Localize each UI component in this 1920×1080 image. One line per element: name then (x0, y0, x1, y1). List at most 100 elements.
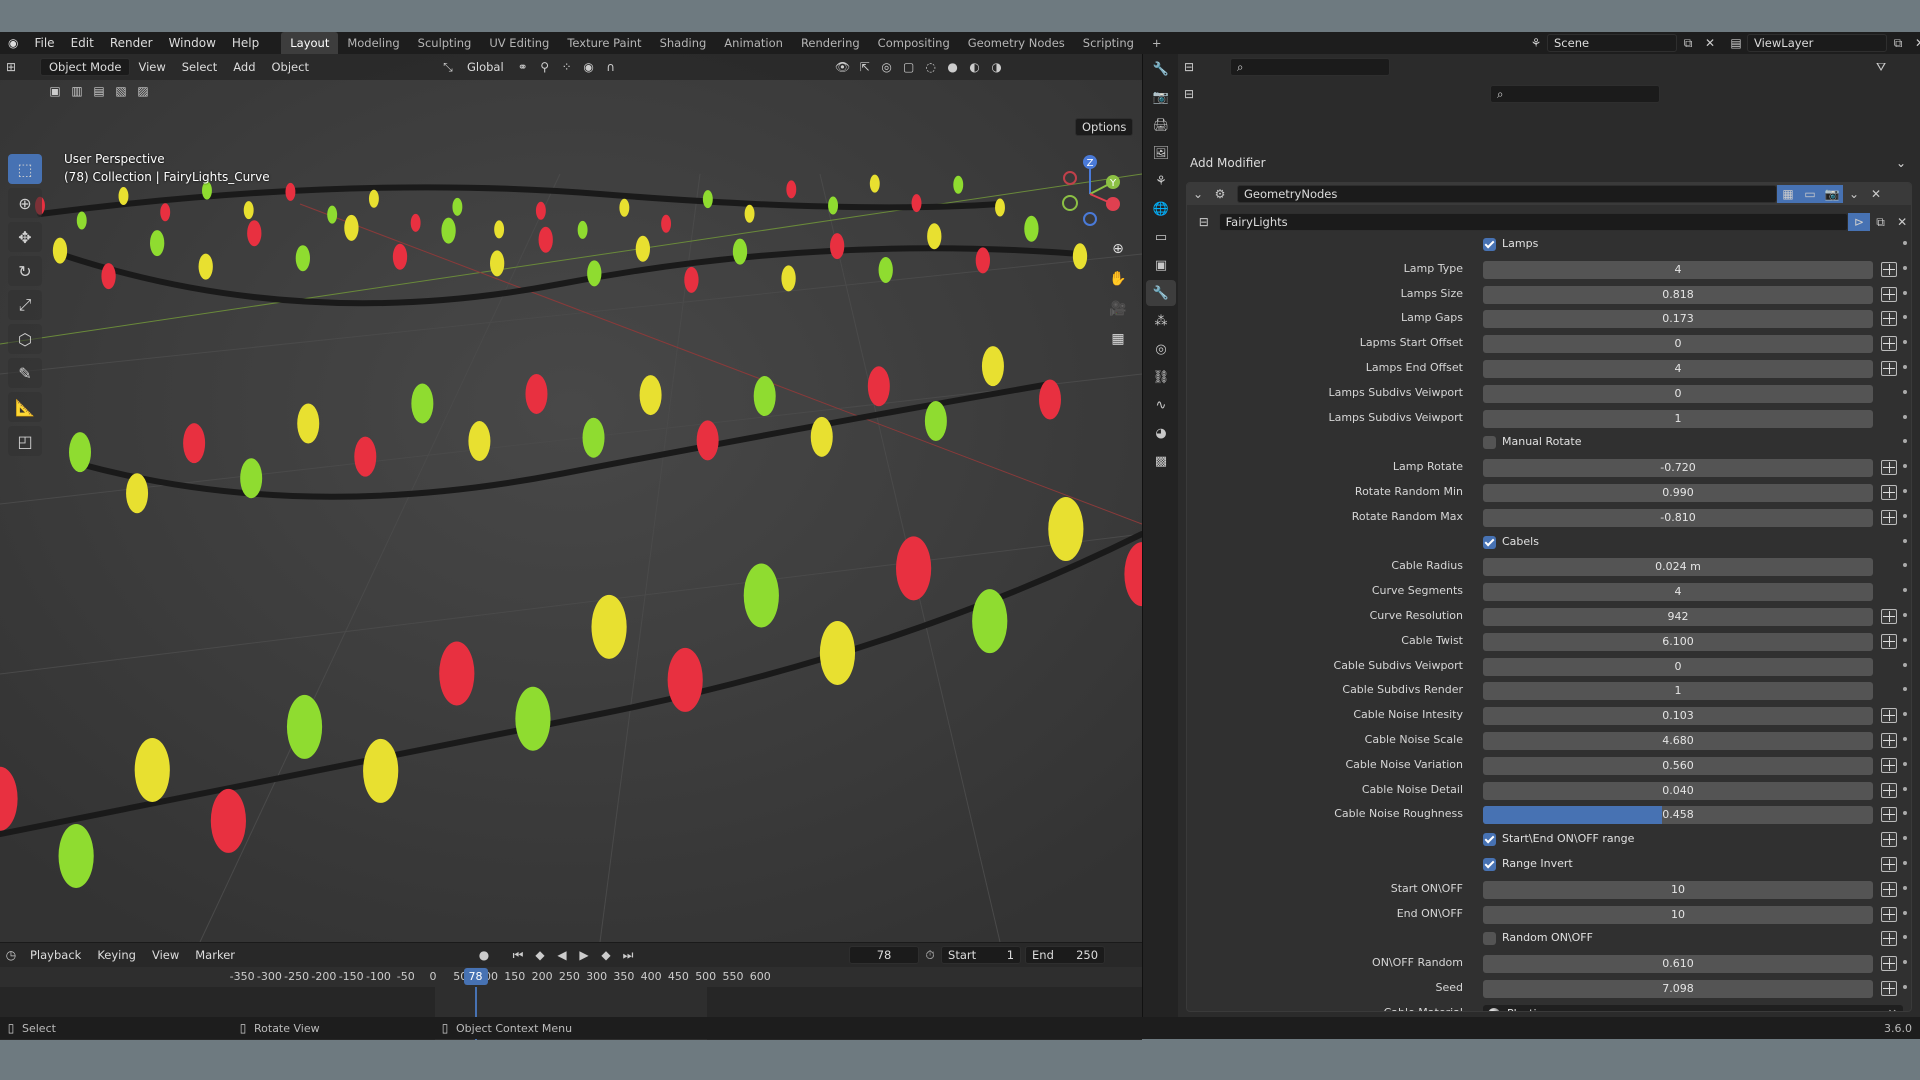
keyframe-dot-icon[interactable] (1903, 910, 1907, 915)
output-tab-icon[interactable]: 🖨 (1146, 112, 1176, 138)
menu-object[interactable]: Object (264, 60, 317, 74)
keyframe-dot-icon[interactable] (1903, 389, 1907, 394)
add-cube-tool-icon[interactable]: ◰ (8, 426, 42, 456)
viewport-toggle-icon[interactable]: ▭ (1799, 185, 1821, 203)
value-slider[interactable]: 6.100 (1483, 632, 1873, 651)
keyframe-dot-icon[interactable] (1903, 712, 1907, 717)
attribute-toggle-icon[interactable] (1881, 956, 1897, 972)
view-layer-tab-icon[interactable]: 🖼 (1146, 140, 1176, 166)
render-tab-icon[interactable]: 📷 (1146, 84, 1176, 110)
keyframe-dot-icon[interactable] (1903, 265, 1907, 270)
attribute-toggle-icon[interactable] (1881, 881, 1897, 897)
value-slider[interactable]: 0.173 (1483, 310, 1873, 329)
menu-file[interactable]: File (26, 32, 62, 54)
keyframe-dot-icon[interactable] (1903, 811, 1907, 816)
stopwatch-icon[interactable]: ⏱ (919, 946, 941, 964)
tab-uv-editing[interactable]: UV Editing (480, 32, 558, 54)
xray-icon[interactable]: ▢ (898, 58, 920, 76)
menu-help[interactable]: Help (224, 32, 267, 54)
keyframe-dot-icon[interactable] (1903, 489, 1907, 493)
collection-tab-icon[interactable]: ▭ (1146, 224, 1176, 250)
value-slider[interactable]: 0.560 (1483, 756, 1873, 775)
rendered-shading-icon[interactable]: ◑ (986, 58, 1008, 76)
properties-editor-type-icon[interactable]: ⊟ (1178, 58, 1200, 76)
value-slider[interactable]: -0.720 (1483, 459, 1873, 478)
jump-start-icon[interactable]: ⏮ (507, 946, 529, 964)
node-group-field[interactable]: FairyLights (1218, 213, 1849, 231)
select-subtract-icon[interactable]: ▤ (88, 82, 110, 100)
delete-viewlayer-icon[interactable]: ✕ (1909, 34, 1920, 52)
falloff-icon[interactable]: ∩ (600, 58, 622, 76)
value-slider[interactable]: 0.040 (1483, 781, 1873, 800)
keyframe-dot-icon[interactable] (1903, 464, 1907, 469)
keyframe-dot-icon[interactable] (1903, 662, 1907, 667)
viewlayer-selector[interactable]: ▤ ViewLayer ⧉ ✕ (1725, 34, 1920, 52)
next-key-icon[interactable]: ◆ (595, 946, 617, 964)
checkbox[interactable] (1483, 833, 1496, 847)
add-workspace-icon[interactable]: + (1143, 32, 1171, 54)
checkbox[interactable] (1483, 436, 1496, 450)
keyframe-dot-icon[interactable] (1903, 513, 1907, 518)
pivot-icon[interactable]: ⚭ (512, 58, 534, 76)
tab-texture-paint[interactable]: Texture Paint (558, 32, 650, 54)
value-slider[interactable]: 0.610 (1483, 955, 1873, 974)
timeline-ruler[interactable]: -350 -300 -250 -200 -150 -100 -50 0 50 100 150 200 2… (0, 967, 1142, 987)
checkbox[interactable] (1483, 238, 1496, 251)
keyframe-dot-icon[interactable] (1903, 538, 1907, 543)
value-slider[interactable]: 0.024 m (1483, 558, 1873, 577)
move-tool-icon[interactable]: ✥ (8, 222, 42, 252)
attribute-toggle-icon[interactable] (1881, 261, 1897, 277)
start-frame-field[interactable]: Start 1 (941, 946, 1022, 964)
attribute-toggle-icon[interactable] (1881, 832, 1897, 848)
filter-icon[interactable]: ⛛ (1870, 58, 1892, 76)
remove-modifier-icon[interactable]: ✕ (1865, 185, 1887, 203)
attribute-toggle-icon[interactable] (1881, 286, 1897, 302)
editmode-toggle-icon[interactable]: ▦ (1777, 185, 1799, 203)
properties-search-field[interactable]: ⌕ (1490, 85, 1660, 103)
menu-keying[interactable]: Keying (89, 948, 144, 962)
keyframe-dot-icon[interactable] (1903, 737, 1907, 741)
orientation-dropdown[interactable]: Global (459, 60, 512, 74)
prev-key-icon[interactable]: ◆ (529, 946, 551, 964)
keyframe-dot-icon[interactable] (1903, 340, 1907, 345)
tool-tab-icon[interactable]: 🔧 (1146, 56, 1176, 82)
add-modifier-row[interactable]: Add Modifier ⌄ (1186, 152, 1912, 174)
attribute-toggle-icon[interactable] (1881, 336, 1897, 352)
jump-end-icon[interactable]: ⏭ (617, 946, 639, 964)
camera-icon[interactable]: 🎥 (1105, 296, 1131, 322)
grid-icon[interactable]: ▦ (1105, 326, 1131, 352)
play-reverse-icon[interactable]: ◀ (551, 946, 573, 964)
menu-marker[interactable]: Marker (187, 948, 243, 962)
duplicate-icon[interactable]: ⧉ (1870, 213, 1892, 231)
pin-icon[interactable]: ⊟ (1178, 85, 1200, 103)
node-tree-icon[interactable]: ⊟ (1193, 213, 1215, 231)
keyframe-dot-icon[interactable] (1903, 786, 1907, 791)
new-scene-icon[interactable]: ⧉ (1677, 34, 1699, 52)
select-new-icon[interactable]: ▣ (44, 82, 66, 100)
tab-animation[interactable]: Animation (715, 32, 792, 54)
transform-tool-icon[interactable]: ⬡ (8, 324, 42, 354)
keyframe-dot-icon[interactable] (1903, 439, 1907, 444)
record-icon[interactable]: ● (473, 946, 495, 964)
keyframe-dot-icon[interactable] (1903, 613, 1907, 617)
mode-dropdown[interactable]: Object Mode (40, 58, 131, 76)
material-field[interactable]: Plastic ✕ (1483, 1004, 1903, 1011)
value-slider[interactable]: 4 (1483, 583, 1873, 602)
select-box-tool-icon[interactable]: ⬚ (8, 154, 42, 184)
tab-compositing[interactable]: Compositing (869, 32, 959, 54)
select-invert-icon[interactable]: ▧ (110, 82, 132, 100)
keyframe-dot-icon[interactable] (1903, 985, 1907, 989)
modifier-tab-icon[interactable]: 🔧 (1146, 280, 1176, 306)
attribute-toggle-icon[interactable] (1881, 708, 1897, 724)
value-slider[interactable]: 0 (1483, 384, 1873, 403)
keyframe-dot-icon[interactable] (1903, 960, 1907, 965)
constraints-tab-icon[interactable]: ⛓ (1146, 364, 1176, 390)
value-slider[interactable]: 0.103 (1483, 707, 1873, 726)
scene-tab-icon[interactable]: ⚘ (1146, 168, 1176, 194)
attribute-toggle-icon[interactable] (1881, 931, 1897, 947)
wireframe-shading-icon[interactable]: ◌ (920, 58, 942, 76)
value-slider[interactable]: 10 (1483, 880, 1873, 899)
unlink-icon[interactable]: ✕ (1891, 213, 1911, 231)
value-slider[interactable]: 0.458 (1483, 806, 1873, 825)
snap-icon[interactable]: ⚲ (534, 58, 556, 76)
